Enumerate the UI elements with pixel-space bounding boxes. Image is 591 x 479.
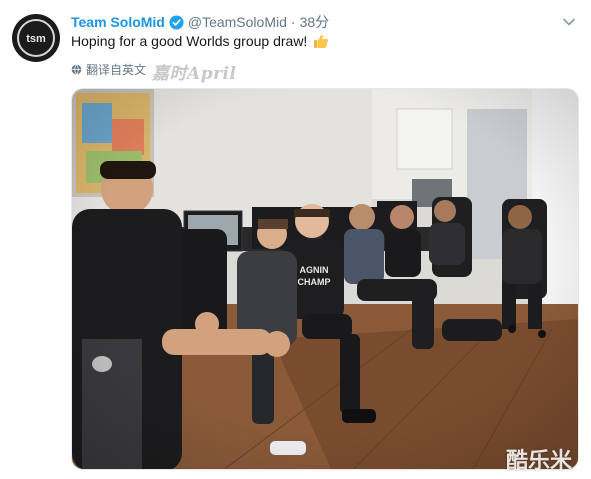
translate-link[interactable]: 翻译自英文: [71, 61, 146, 78]
verified-badge-icon: [169, 14, 184, 30]
tweet-text-content: Hoping for a good Worlds group draw!: [71, 33, 308, 49]
thumbs-up-emoji-icon: [313, 33, 329, 49]
tweet-header: Team SoloMid @TeamSoloMid · 38分: [71, 12, 329, 32]
tweet-text: Hoping for a good Worlds group draw!: [71, 33, 329, 49]
corner-watermark: 酷乐米: [506, 449, 573, 474]
svg-text:tsm: tsm: [26, 33, 46, 45]
avatar[interactable]: tsm: [12, 14, 60, 62]
tweet-card: tsm Team SoloMid @TeamSoloMid · 38分 Hopi…: [0, 0, 591, 479]
timestamp[interactable]: 38分: [300, 12, 330, 32]
separator-dot: ·: [290, 14, 296, 30]
display-name[interactable]: Team SoloMid: [71, 14, 165, 30]
tsm-logo-icon: tsm: [17, 19, 55, 57]
tweet-photo[interactable]: AGNIN CHAMP: [71, 88, 579, 470]
user-handle[interactable]: @TeamSoloMid: [188, 14, 287, 30]
globe-icon: [71, 64, 82, 75]
signature-watermark: 嘉时April: [152, 64, 237, 84]
translate-label[interactable]: 翻译自英文: [86, 61, 146, 78]
chevron-down-icon[interactable]: [561, 14, 577, 30]
